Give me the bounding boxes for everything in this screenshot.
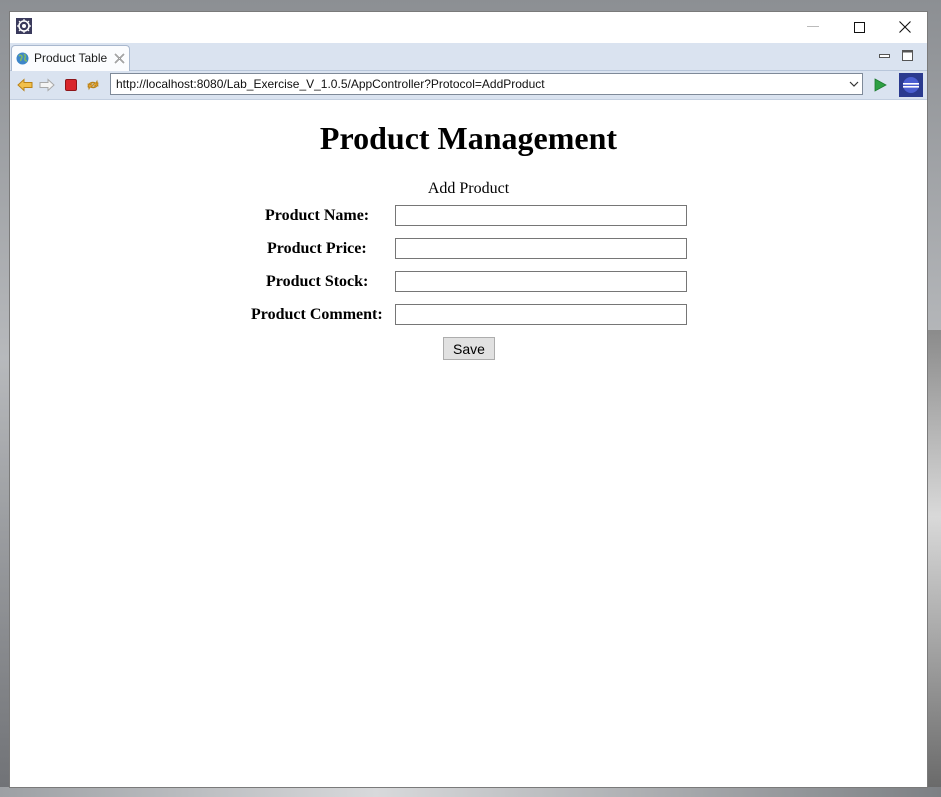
browser-toolbar <box>10 71 927 100</box>
close-icon <box>899 21 911 33</box>
desktop-background-bottom <box>0 787 941 797</box>
eclipse-icon[interactable] <box>899 73 923 97</box>
product-stock-input[interactable] <box>395 271 687 292</box>
product-price-label: Product Price: <box>267 240 367 257</box>
address-bar[interactable] <box>110 73 863 95</box>
save-button[interactable]: Save <box>443 337 495 360</box>
page-title: Product Management <box>319 120 618 156</box>
product-price-input[interactable] <box>395 238 687 259</box>
close-tab-icon[interactable] <box>114 53 125 64</box>
title-bar <box>10 12 927 43</box>
tab-label: Product Table <box>34 51 108 65</box>
product-name-label: Product Name: <box>265 207 370 224</box>
refresh-icon[interactable] <box>85 77 101 93</box>
forward-arrow-icon[interactable] <box>39 77 55 93</box>
minimize-window-button[interactable] <box>790 12 836 42</box>
go-play-icon[interactable] <box>872 77 888 93</box>
browser-window: Product Table http://localhost:8080/Lab_… <box>9 11 928 788</box>
url-input[interactable] <box>116 77 836 91</box>
product-comment-label: Product Comment: <box>251 306 383 323</box>
maximize-icon <box>853 21 865 33</box>
maximize-window-button[interactable] <box>836 12 882 42</box>
close-window-button[interactable] <box>882 12 927 42</box>
product-stock-label: Product Stock: <box>266 273 369 290</box>
product-name-input[interactable] <box>395 205 687 226</box>
back-arrow-icon[interactable] <box>17 77 33 93</box>
page-content: Product Management Add Product Product N… <box>10 100 927 787</box>
stop-icon[interactable] <box>63 77 79 93</box>
minimize-view-icon[interactable] <box>879 53 890 60</box>
globe-icon <box>16 52 29 65</box>
maximize-view-icon[interactable] <box>902 50 913 61</box>
form-caption: Add Product <box>427 180 510 197</box>
chevron-down-icon[interactable] <box>849 80 859 88</box>
editor-tab-bar: Product Table <box>10 43 927 71</box>
tab-product-table[interactable]: Product Table <box>11 45 130 71</box>
minimize-icon <box>807 26 819 27</box>
eclipse-app-icon <box>16 18 32 34</box>
product-comment-input[interactable] <box>395 304 687 325</box>
